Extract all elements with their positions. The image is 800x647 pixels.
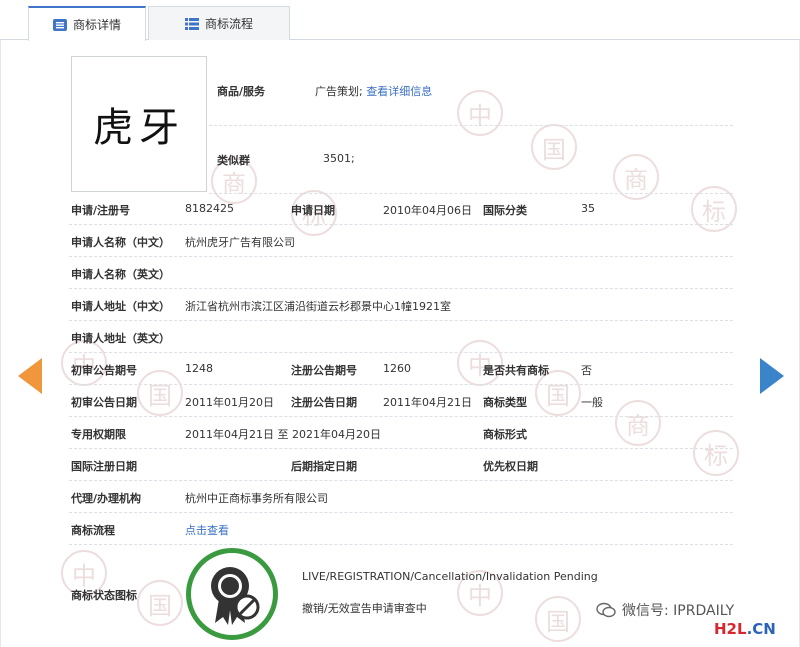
tab-label: 商标流程 — [204, 17, 253, 31]
table-row: 申请人地址（中文） 浙江省杭州市滨江区浦沿街道云杉郡景中心1幢1921室 — [69, 289, 733, 321]
award-ribbon-blocked-icon — [211, 567, 260, 625]
applicant-cn-label: 申请人名称（中文） — [71, 236, 170, 249]
tab-label: 商标详情 — [72, 18, 121, 32]
view-details-link[interactable]: 查看详细信息 — [366, 85, 432, 98]
table-row: 初审公告日期 2011年01月20日 注册公告日期 2011年04月21日 商标… — [69, 385, 733, 417]
address-cn-value: 浙江省杭州市滨江区浦沿街道云杉郡景中心1幢1921室 — [185, 300, 451, 313]
reg-pub-date-label: 注册公告日期 — [291, 396, 357, 409]
table-row: 申请人名称（中文） 杭州虎牙广告有限公司 — [69, 225, 733, 257]
wechat-icon — [596, 602, 616, 618]
arrow-right-icon[interactable] — [760, 358, 784, 394]
intl-reg-date-label: 国际注册日期 — [71, 460, 137, 473]
prelim-no-value: 1248 — [185, 362, 213, 375]
applicant-en-label: 申请人名称（英文） — [71, 268, 170, 281]
table-row: 国际注册日期 后期指定日期 优先权日期 — [69, 449, 733, 481]
tab-bar: 商标详情 商标流程 — [0, 0, 800, 41]
process-label: 商标流程 — [71, 524, 115, 537]
table-row: 商标状态图标 — [69, 545, 733, 645]
status-badge — [186, 548, 278, 640]
grid-list-icon — [184, 17, 199, 30]
agent-value: 杭州中正商标事务所有限公司 — [185, 492, 328, 505]
intl-class-label: 国际分类 — [483, 204, 527, 217]
trademark-image-text: 虎牙 — [93, 105, 185, 151]
list-icon — [52, 18, 67, 31]
goods-services-label: 商品/服务 — [217, 85, 266, 98]
tm-type-label: 商标类型 — [483, 396, 527, 409]
exclusive-period-value: 2011年04月21日 至 2021年04月20日 — [185, 428, 381, 441]
trademark-image: 虎牙 — [71, 56, 207, 192]
shared-label: 是否共有商标 — [483, 364, 549, 377]
address-cn-label: 申请人地址（中文） — [71, 300, 170, 313]
status-text-en: LIVE/REGISTRATION/Cancellation/Invalidat… — [302, 570, 598, 583]
table-row: 申请人名称（英文） — [69, 257, 733, 289]
prelim-date-value: 2011年01月20日 — [185, 396, 274, 409]
goods-services-row: 商品/服务 广告策划; 查看详细信息 — [209, 70, 733, 126]
agent-label: 代理/办理机构 — [71, 492, 142, 505]
reg-pub-no-label: 注册公告期号 — [291, 364, 357, 377]
wechat-id-text: 微信号: IPRDAILY — [622, 603, 735, 619]
similar-group-value: 3501; — [323, 152, 355, 165]
site-watermark: H2L.CN — [714, 620, 776, 638]
app-date-value: 2010年04月06日 — [383, 204, 472, 217]
table-row: 申请人地址（英文） — [69, 321, 733, 353]
exclusive-period-label: 专用权期限 — [71, 428, 126, 441]
table-row: 申请/注册号 8182425 申请日期 2010年04月06日 国际分类 35 — [69, 193, 733, 225]
priority-date-label: 优先权日期 — [483, 460, 538, 473]
prelim-date-label: 初审公告日期 — [71, 396, 137, 409]
similar-group-row: 类似群 3501; — [209, 126, 733, 194]
wechat-watermark: 微信号: IPRDAILY — [596, 600, 734, 620]
intl-class-value: 35 — [581, 202, 595, 215]
status-icon-label: 商标状态图标 — [71, 589, 137, 602]
reg-pub-no-value: 1260 — [383, 362, 411, 375]
tm-form-label: 商标形式 — [483, 428, 527, 441]
table-row: 初审公告期号 1248 注册公告期号 1260 是否共有商标 否 — [69, 353, 733, 385]
detail-panel: 中 国 商 标 商 标 中 国 中 国 商 标 中 国 中 国 虎牙 商品/服务… — [0, 40, 800, 647]
table-row: 代理/办理机构 杭州中正商标事务所有限公司 — [69, 481, 733, 513]
reg-no-label: 申请/注册号 — [71, 204, 131, 217]
prelim-no-label: 初审公告期号 — [71, 364, 137, 377]
similar-group-label: 类似群 — [217, 154, 250, 167]
tm-type-value: 一般 — [581, 396, 603, 409]
arrow-left-icon[interactable] — [18, 358, 42, 394]
tab-trademark-details[interactable]: 商标详情 — [28, 6, 146, 41]
view-process-link[interactable]: 点击查看 — [185, 522, 229, 538]
reg-pub-date-value: 2011年04月21日 — [383, 396, 472, 409]
tab-trademark-process[interactable]: 商标流程 — [148, 6, 290, 40]
applicant-cn-value: 杭州虎牙广告有限公司 — [185, 236, 295, 249]
shared-value: 否 — [581, 364, 592, 377]
later-designation-label: 后期指定日期 — [291, 460, 357, 473]
table-row: 专用权期限 2011年04月21日 至 2021年04月20日 商标形式 — [69, 417, 733, 449]
app-date-label: 申请日期 — [291, 204, 335, 217]
status-text-cn: 撤销/无效宣告申请审查中 — [302, 602, 427, 615]
goods-services-value: 广告策划; 查看详细信息 — [315, 85, 433, 98]
address-en-label: 申请人地址（英文） — [71, 332, 170, 345]
table-row: 商标流程 点击查看 — [69, 513, 733, 545]
reg-no-value: 8182425 — [185, 202, 234, 215]
